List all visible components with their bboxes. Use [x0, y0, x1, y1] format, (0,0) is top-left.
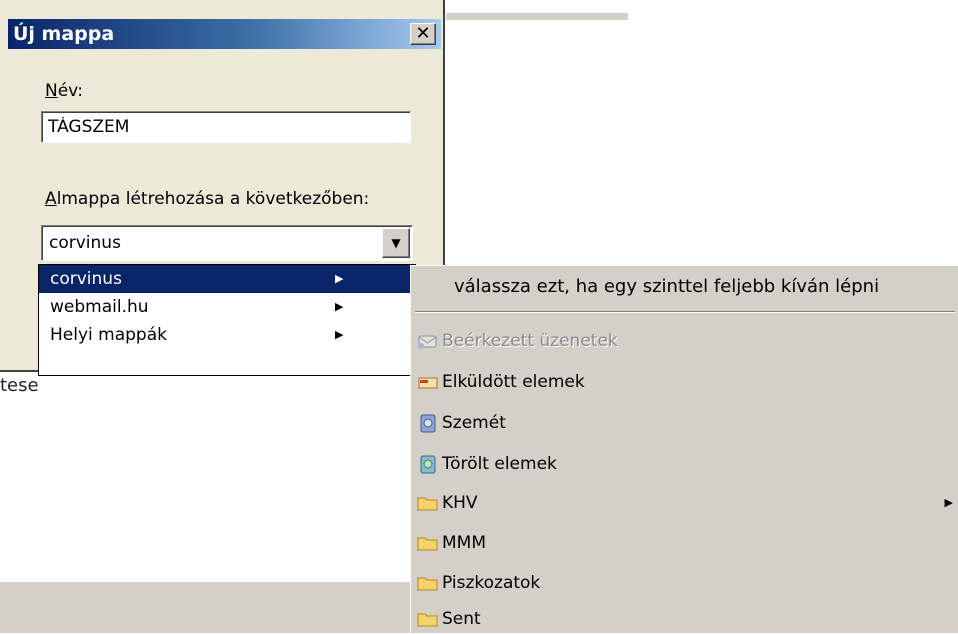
- chevron-down-icon: ▼: [391, 236, 401, 250]
- dropdown-item-label: webmail.hu: [50, 297, 149, 317]
- dialog-title: Új mappa: [13, 23, 115, 45]
- dropdown-item-corvinus[interactable]: corvinus ▶: [39, 265, 415, 293]
- dropdown-item-local-folders[interactable]: Helyi mappák ▶: [39, 321, 415, 349]
- background-status-bar: [0, 582, 413, 633]
- folder-submenu: válassza ezt, ha egy szinttel feljebb kí…: [410, 265, 958, 633]
- submenu-separator: [415, 311, 955, 313]
- submenu-arrow-icon: ▶: [335, 272, 344, 285]
- inbox-icon: [418, 335, 437, 349]
- dropdown-item-label: Helyi mappák: [50, 325, 167, 345]
- background-text-fragment: tese: [0, 375, 39, 396]
- name-label-accesskey: N: [45, 81, 58, 101]
- submenu-item-drafts[interactable]: Piszkozatok: [417, 568, 953, 598]
- sent-icon: [418, 377, 438, 389]
- parent-folder-value: corvinus: [49, 233, 121, 253]
- parent-label-accesskey: A: [45, 189, 57, 209]
- parent-folder-select[interactable]: corvinus ▼: [41, 225, 413, 261]
- folder-icon: [417, 497, 438, 511]
- submenu-item-mmm[interactable]: MMM: [417, 528, 953, 558]
- submenu-item-sent[interactable]: Elküldött elemek: [417, 367, 953, 397]
- dropdown-item-webmail[interactable]: webmail.hu ▶: [39, 293, 415, 321]
- dropdown-item-label: corvinus: [50, 269, 122, 289]
- close-button[interactable]: ✕: [410, 23, 436, 45]
- folder-icon: [417, 537, 438, 551]
- submenu-item-sent-folder[interactable]: Sent: [417, 604, 953, 634]
- folder-icon: [417, 577, 438, 591]
- submenu-item-inbox: Beérkezett üzenetek: [417, 326, 953, 356]
- dropdown-button[interactable]: ▼: [382, 228, 410, 258]
- submenu-item-deleted[interactable]: Törölt elemek: [417, 449, 953, 479]
- trash-icon: [420, 414, 436, 433]
- folder-icon: [417, 613, 438, 627]
- parent-label-text: lmappa létrehozása a következőben:: [56, 189, 370, 209]
- deleted-icon: [420, 455, 436, 474]
- submenu-arrow-icon: ▶: [335, 328, 344, 341]
- name-label: Név:: [45, 80, 83, 102]
- parent-folder-label: Almappa létrehozása a következőben:: [45, 188, 369, 210]
- folder-name-input[interactable]: [41, 111, 411, 143]
- submenu-item-junk[interactable]: Szemét: [417, 408, 953, 438]
- submenu-arrow-icon: ▶: [335, 300, 344, 313]
- background-window-edge: [446, 13, 628, 20]
- parent-folder-dropdown: corvinus ▶ webmail.hu ▶ Helyi mappák ▶: [38, 264, 416, 376]
- close-icon: ✕: [415, 23, 431, 44]
- submenu-arrow-icon: ▶: [944, 496, 953, 509]
- dialog-titlebar[interactable]: Új mappa ✕: [8, 19, 441, 49]
- submenu-go-up-item[interactable]: válassza ezt, ha egy szinttel feljebb kí…: [454, 274, 879, 300]
- name-label-text: év:: [57, 81, 84, 101]
- submenu-item-khv[interactable]: KHV ▶: [417, 488, 953, 518]
